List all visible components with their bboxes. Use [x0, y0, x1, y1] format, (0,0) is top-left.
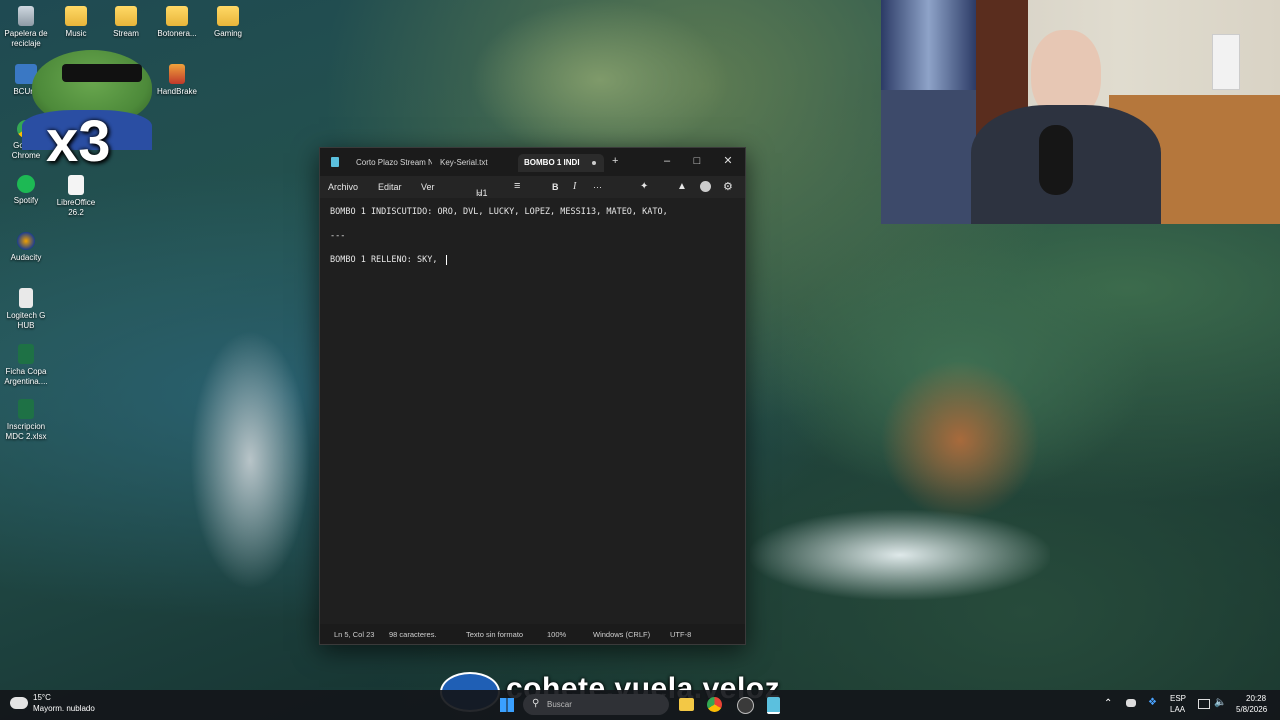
chevron-down-icon: ⌄	[476, 188, 484, 198]
folder-icon	[65, 6, 87, 26]
wallpaper-tree	[470, 0, 730, 160]
excel-icon	[18, 399, 34, 419]
wallpaper-figure-left	[190, 330, 310, 590]
emote-multiplier: x3	[46, 109, 111, 174]
folder-icon	[115, 6, 137, 26]
webcam-person	[931, 30, 1191, 224]
desktop-icon-recycle-bin[interactable]: Papelera de reciclaje	[0, 6, 52, 49]
new-tab-button[interactable]: +	[612, 155, 618, 167]
bluetooth-tray-icon[interactable]: ❖	[1148, 697, 1157, 708]
wallpaper-figure-goblin	[880, 360, 1040, 520]
cursor-position: Ln 5, Col 23	[334, 630, 375, 639]
desktop-icon-audacity[interactable]: Audacity	[0, 232, 52, 263]
tab-bombo[interactable]: BOMBO 1 INDI	[518, 154, 604, 172]
editor-line: ---	[330, 231, 346, 241]
clock-time[interactable]: 20:28	[1246, 694, 1266, 703]
recycle-bin-icon	[18, 6, 34, 26]
handbrake-icon	[169, 64, 185, 84]
tab-corto-plazo[interactable]: Corto Plazo Stream N	[356, 154, 432, 172]
microphone-icon	[1039, 125, 1073, 195]
notepad-taskbar-icon[interactable]	[767, 697, 780, 714]
desktop-icon-libreoffice[interactable]: LibreOffice 26.2	[50, 175, 102, 218]
notepad-window[interactable]: Corto Plazo Stream N Key-Serial.txt BOMB…	[319, 147, 746, 645]
volume-icon[interactable]: 🔈	[1214, 697, 1226, 708]
editor-line: BOMBO 1 INDISCUTIDO: ORO, DVL, LUCKY, LO…	[330, 207, 668, 217]
excel-icon	[18, 344, 34, 364]
minimize-button[interactable]: –	[652, 152, 682, 170]
encoding[interactable]: UTF-8	[670, 630, 691, 639]
italic-button[interactable]: I	[573, 181, 576, 192]
settings-gear-icon[interactable]: ⚙	[723, 180, 733, 193]
zoom-level[interactable]: 100%	[547, 630, 566, 639]
desktop-icon-logitech[interactable]: Logitech G HUB	[0, 288, 52, 331]
folder-icon	[217, 6, 239, 26]
line-ending[interactable]: Windows (CRLF)	[593, 630, 650, 639]
show-hidden-icons-chevron[interactable]: ⌃	[1104, 698, 1112, 709]
search-box[interactable]: ⚲ Buscar	[523, 694, 669, 715]
menu-editar[interactable]: Editar	[378, 182, 402, 192]
taskbar: 15°C Mayorm. nublado ⚲ Buscar ⌃ ❖ ESP LA…	[0, 690, 1280, 720]
network-icon[interactable]	[1198, 699, 1210, 709]
clock-date[interactable]: 5/8/2026	[1236, 705, 1267, 714]
file-explorer-icon[interactable]	[679, 698, 694, 711]
logitech-icon	[19, 288, 33, 308]
format-mode[interactable]: Texto sin formato	[466, 630, 523, 639]
title-bar[interactable]: Corto Plazo Stream N Key-Serial.txt BOMB…	[320, 148, 745, 176]
account-icon[interactable]	[700, 181, 711, 192]
search-icon: ⚲	[532, 698, 540, 709]
bold-button[interactable]: B	[552, 182, 559, 192]
audacity-icon	[17, 232, 35, 250]
cloud-icon	[10, 697, 28, 709]
desktop-icon-gaming[interactable]: Gaming	[202, 6, 254, 39]
more-options-button[interactable]: ···	[593, 182, 602, 192]
desktop-icon-stream[interactable]: Stream	[100, 6, 152, 39]
status-bar: Ln 5, Col 23 98 caracteres. Texto sin fo…	[320, 624, 745, 644]
lang-indicator-top[interactable]: ESP	[1170, 694, 1186, 703]
char-count: 98 caracteres.	[389, 630, 437, 639]
close-button[interactable]: ✕	[713, 152, 743, 170]
lang-indicator-bottom[interactable]: LAA	[1170, 705, 1185, 714]
menu-bar: Archivo Editar Ver H1 ⌄ ≡ B I ··· ✦ ▲ ⚙	[320, 176, 745, 198]
start-button[interactable]	[500, 698, 514, 712]
desktop-icon-handbrake[interactable]: HandBrake	[151, 64, 203, 97]
tab-key-serial[interactable]: Key-Serial.txt	[440, 154, 510, 172]
folder-icon	[166, 6, 188, 26]
unsaved-dot-icon	[591, 160, 596, 165]
announce-icon[interactable]: ▲	[677, 181, 687, 192]
search-placeholder: Buscar	[547, 700, 572, 709]
desktop-icon-ficha-copa[interactable]: Ficha Copa Argentina....	[0, 344, 52, 387]
menu-archivo[interactable]: Archivo	[328, 182, 358, 192]
desktop-icon-music[interactable]: Music	[50, 6, 102, 39]
emote-overlay: x3	[22, 50, 152, 180]
wallpaper-table	[750, 510, 1050, 600]
webcam-feed	[881, 0, 1280, 224]
desktop-icon-botonera[interactable]: Botonera...	[151, 6, 203, 39]
text-editor[interactable]: BOMBO 1 INDISCUTIDO: ORO, DVL, LUCKY, LO…	[320, 200, 745, 624]
discord-tray-icon[interactable]	[1126, 699, 1136, 707]
editor-line-current: BOMBO 1 RELLENO: SKY,	[330, 254, 735, 278]
notepad-app-icon	[331, 157, 339, 167]
sunglasses-icon	[62, 64, 142, 82]
copilot-icon[interactable]: ✦	[640, 181, 648, 192]
maximize-button[interactable]: □	[682, 152, 712, 170]
text-caret	[445, 254, 447, 265]
desktop-icon-inscripcion[interactable]: Inscripcion MDC 2.xlsx	[0, 399, 52, 442]
club-badge	[1212, 34, 1240, 90]
list-format-icon[interactable]: ≡	[514, 180, 520, 192]
obs-taskbar-icon[interactable]	[737, 697, 754, 714]
menu-ver[interactable]: Ver	[421, 182, 435, 192]
chrome-taskbar-icon[interactable]	[707, 697, 722, 712]
